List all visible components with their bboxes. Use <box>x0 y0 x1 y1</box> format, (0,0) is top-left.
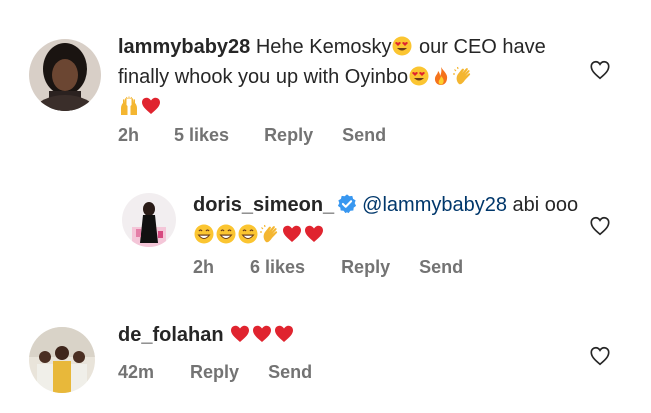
avatar[interactable] <box>29 39 101 111</box>
like-heart-icon[interactable] <box>589 59 611 81</box>
avatar[interactable] <box>122 193 176 247</box>
like-heart-icon[interactable] <box>589 345 611 367</box>
heart-eyes-emoji-icon <box>409 66 429 86</box>
raising-hands-emoji-icon <box>119 96 139 116</box>
red-heart-emoji-icon <box>141 96 161 116</box>
comment-likes[interactable]: 6 likes <box>250 257 305 278</box>
send-button[interactable]: Send <box>268 362 312 383</box>
comment-username[interactable]: de_folahan <box>118 324 224 346</box>
like-heart-icon[interactable] <box>589 215 611 237</box>
comment-likes[interactable]: 5 likes <box>174 125 229 146</box>
comment-meta: 42m Reply Send <box>118 362 312 383</box>
comment-time: 42m <box>118 362 155 382</box>
red-heart-emoji-icon <box>230 324 250 344</box>
reply-button[interactable]: Reply <box>264 125 313 146</box>
comment-body-part1: Hehe Kemosky <box>255 36 392 58</box>
comment-time: 2h <box>193 257 215 277</box>
comment-meta: 2h 5 likes Reply Send <box>118 125 386 146</box>
verified-badge-icon <box>336 193 358 215</box>
comment-username[interactable]: lammybaby28 <box>118 36 250 58</box>
comment-text: doris_simeon_ @lammybaby28 abi ooo <box>193 190 583 250</box>
comment-doris-simeon: doris_simeon_ @lammybaby28 abi ooo 2h 6 l… <box>0 180 651 290</box>
comment-body: abi ooo <box>506 194 579 216</box>
red-heart-emoji-icon <box>304 224 324 244</box>
comment-username[interactable]: doris_simeon_ <box>193 194 334 216</box>
comment-lammybaby28: lammybaby28 Hehe Kemosky our CEO have fi… <box>0 0 651 170</box>
clapping-hands-emoji-icon <box>453 66 473 86</box>
fire-emoji-icon <box>431 66 451 86</box>
reply-button[interactable]: Reply <box>341 257 390 278</box>
clapping-hands-emoji-icon <box>260 224 280 244</box>
grinning-emoji-icon <box>238 224 258 244</box>
comment-text: de_folahan <box>118 320 568 350</box>
comment-meta: 2h 6 likes Reply Send <box>193 257 463 278</box>
send-button[interactable]: Send <box>342 125 386 146</box>
send-button[interactable]: Send <box>419 257 463 278</box>
heart-eyes-emoji-icon <box>392 36 412 56</box>
red-heart-emoji-icon <box>252 324 272 344</box>
grinning-emoji-icon <box>216 224 236 244</box>
red-heart-emoji-icon <box>282 224 302 244</box>
red-heart-emoji-icon <box>274 324 294 344</box>
reply-button[interactable]: Reply <box>190 362 239 383</box>
grinning-emoji-icon <box>194 224 214 244</box>
comment-text: lammybaby28 Hehe Kemosky our CEO have fi… <box>118 32 588 122</box>
comment-de-folahan: de_folahan 42m Reply Send <box>0 310 651 413</box>
avatar[interactable] <box>29 327 95 393</box>
mention-link[interactable]: @lammybaby28 <box>362 194 507 216</box>
comment-time: 2h <box>118 125 140 145</box>
